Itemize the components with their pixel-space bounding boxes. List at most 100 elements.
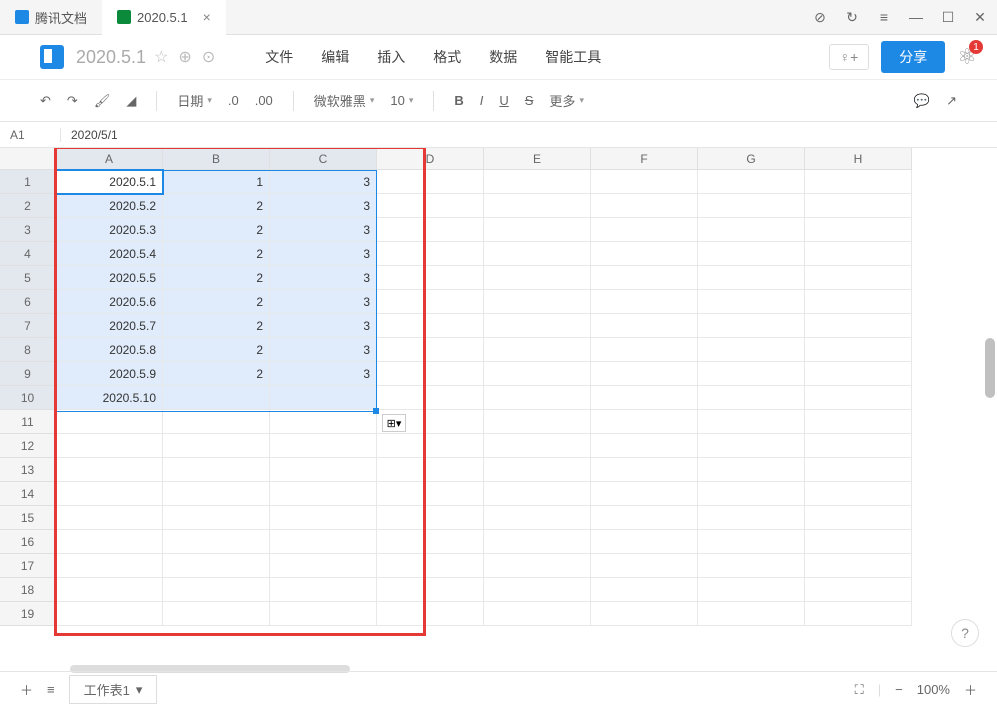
expand-icon[interactable]: ↗	[946, 88, 957, 114]
cell-E14[interactable]	[484, 482, 591, 506]
menu-file[interactable]: 文件	[265, 47, 293, 67]
cell-E11[interactable]	[484, 410, 591, 434]
cell-B10[interactable]	[163, 386, 270, 410]
row-header-8[interactable]: 8	[0, 338, 56, 362]
sheet-list-icon[interactable]: ≡	[47, 682, 55, 697]
row-header-9[interactable]: 9	[0, 362, 56, 386]
col-header-G[interactable]: G	[698, 148, 805, 170]
row-header-16[interactable]: 16	[0, 530, 56, 554]
cell-B1[interactable]: 1	[163, 170, 270, 194]
cell-D1[interactable]	[377, 170, 484, 194]
cell-A19[interactable]	[56, 602, 163, 626]
cell-G12[interactable]	[698, 434, 805, 458]
zoom-out-icon[interactable]: −	[895, 682, 903, 697]
menu-tools[interactable]: 智能工具	[545, 47, 601, 67]
cell-H18[interactable]	[805, 578, 912, 602]
cell-D10[interactable]	[377, 386, 484, 410]
cell-E16[interactable]	[484, 530, 591, 554]
cell-F13[interactable]	[591, 458, 698, 482]
col-header-E[interactable]: E	[484, 148, 591, 170]
cell-G5[interactable]	[698, 266, 805, 290]
cell-B7[interactable]: 2	[163, 314, 270, 338]
cell-F3[interactable]	[591, 218, 698, 242]
cell-A10[interactable]: 2020.5.10	[56, 386, 163, 410]
col-header-A[interactable]: A	[56, 148, 163, 170]
row-header-19[interactable]: 19	[0, 602, 56, 626]
cell-E19[interactable]	[484, 602, 591, 626]
cell-A5[interactable]: 2020.5.5	[56, 266, 163, 290]
col-header-F[interactable]: F	[591, 148, 698, 170]
minimize-icon[interactable]: —	[907, 8, 925, 26]
cell-D5[interactable]	[377, 266, 484, 290]
maximize-icon[interactable]: ☐	[939, 8, 957, 26]
cell-E4[interactable]	[484, 242, 591, 266]
cell-C1[interactable]: 3	[270, 170, 377, 194]
cell-H11[interactable]	[805, 410, 912, 434]
menu-icon[interactable]: ≡	[875, 8, 893, 26]
redo-icon[interactable]: ↷	[67, 88, 78, 114]
cell-E5[interactable]	[484, 266, 591, 290]
cell-C15[interactable]	[270, 506, 377, 530]
sheet-tab[interactable]: 工作表1 ▾	[69, 675, 158, 704]
zoom-level[interactable]: 100%	[917, 682, 950, 697]
cell-E1[interactable]	[484, 170, 591, 194]
cell-F8[interactable]	[591, 338, 698, 362]
cell-B13[interactable]	[163, 458, 270, 482]
format-select[interactable]: 日期	[177, 88, 212, 114]
cell-C4[interactable]: 3	[270, 242, 377, 266]
cell-G3[interactable]	[698, 218, 805, 242]
cell-D6[interactable]	[377, 290, 484, 314]
cell-G13[interactable]	[698, 458, 805, 482]
zoom-in-icon[interactable]: ＋	[964, 680, 977, 699]
cell-B2[interactable]: 2	[163, 194, 270, 218]
col-header-B[interactable]: B	[163, 148, 270, 170]
row-header-2[interactable]: 2	[0, 194, 56, 218]
cell-B15[interactable]	[163, 506, 270, 530]
cell-E9[interactable]	[484, 362, 591, 386]
help-button[interactable]: ?	[951, 619, 979, 647]
more-button[interactable]: 更多	[549, 88, 584, 114]
cell-D3[interactable]	[377, 218, 484, 242]
cell-C6[interactable]: 3	[270, 290, 377, 314]
cell-F2[interactable]	[591, 194, 698, 218]
cell-C3[interactable]: 3	[270, 218, 377, 242]
cell-F1[interactable]	[591, 170, 698, 194]
cell-G7[interactable]	[698, 314, 805, 338]
cell-C12[interactable]	[270, 434, 377, 458]
cell-G9[interactable]	[698, 362, 805, 386]
cell-G1[interactable]	[698, 170, 805, 194]
cell-C10[interactable]	[270, 386, 377, 410]
star-icon[interactable]: ☆	[154, 47, 168, 67]
notification-icon[interactable]: ⚛	[957, 44, 977, 70]
cell-F5[interactable]	[591, 266, 698, 290]
fullscreen-icon[interactable]: ⛶	[855, 682, 864, 698]
cell-reference[interactable]: A1	[0, 128, 60, 142]
cell-B19[interactable]	[163, 602, 270, 626]
sync-icon[interactable]: ⊙	[202, 47, 215, 67]
cell-C18[interactable]	[270, 578, 377, 602]
cell-C19[interactable]	[270, 602, 377, 626]
cell-B4[interactable]: 2	[163, 242, 270, 266]
cell-G2[interactable]	[698, 194, 805, 218]
cell-C14[interactable]	[270, 482, 377, 506]
folder-icon[interactable]: ⊕	[178, 47, 191, 67]
cell-A7[interactable]: 2020.5.7	[56, 314, 163, 338]
cell-F15[interactable]	[591, 506, 698, 530]
cell-F19[interactable]	[591, 602, 698, 626]
cell-H17[interactable]	[805, 554, 912, 578]
cell-H3[interactable]	[805, 218, 912, 242]
cell-D9[interactable]	[377, 362, 484, 386]
row-header-5[interactable]: 5	[0, 266, 56, 290]
cell-H12[interactable]	[805, 434, 912, 458]
cell-C11[interactable]	[270, 410, 377, 434]
cell-G4[interactable]	[698, 242, 805, 266]
cell-H10[interactable]	[805, 386, 912, 410]
cell-B9[interactable]: 2	[163, 362, 270, 386]
cell-F16[interactable]	[591, 530, 698, 554]
cell-G10[interactable]	[698, 386, 805, 410]
cell-E7[interactable]	[484, 314, 591, 338]
cell-A9[interactable]: 2020.5.9	[56, 362, 163, 386]
cell-C16[interactable]	[270, 530, 377, 554]
cell-F7[interactable]	[591, 314, 698, 338]
cell-G19[interactable]	[698, 602, 805, 626]
